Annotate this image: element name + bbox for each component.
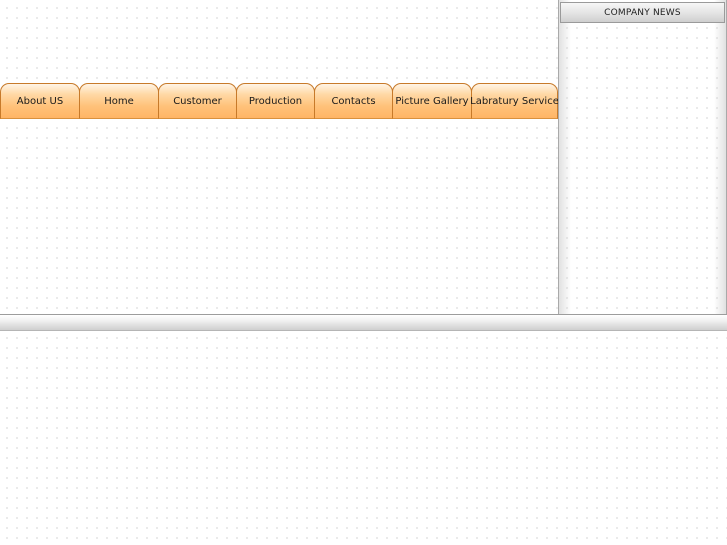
tab-picture-gallery[interactable]: Picture Gallery <box>392 83 472 119</box>
company-news-panel: COMPANY NEWS <box>558 0 727 315</box>
tab-label: Picture Gallery <box>395 95 469 107</box>
tab-production[interactable]: Production <box>236 83 315 119</box>
tab-label: Production <box>248 95 303 107</box>
tab-laboratory-service[interactable]: Labratury Service <box>470 83 559 119</box>
company-news-content <box>559 24 726 315</box>
company-news-header: COMPANY NEWS <box>560 2 725 23</box>
tab-about-us[interactable]: About US <box>0 83 80 119</box>
tab-contacts[interactable]: Contacts <box>314 83 393 119</box>
tab-label: About US <box>16 95 64 107</box>
tab-home[interactable]: Home <box>79 83 159 119</box>
tab-label: Customer <box>173 95 222 107</box>
tab-label: Contacts <box>331 95 376 107</box>
tab-label: Home <box>104 95 134 107</box>
main-navigation: About US Home Customer Production Contac… <box>0 83 559 120</box>
tab-customer[interactable]: Customer <box>158 83 237 119</box>
horizontal-divider-bar <box>0 314 727 331</box>
tab-label: Labratury Service <box>470 95 559 107</box>
company-news-title: COMPANY NEWS <box>604 7 681 18</box>
